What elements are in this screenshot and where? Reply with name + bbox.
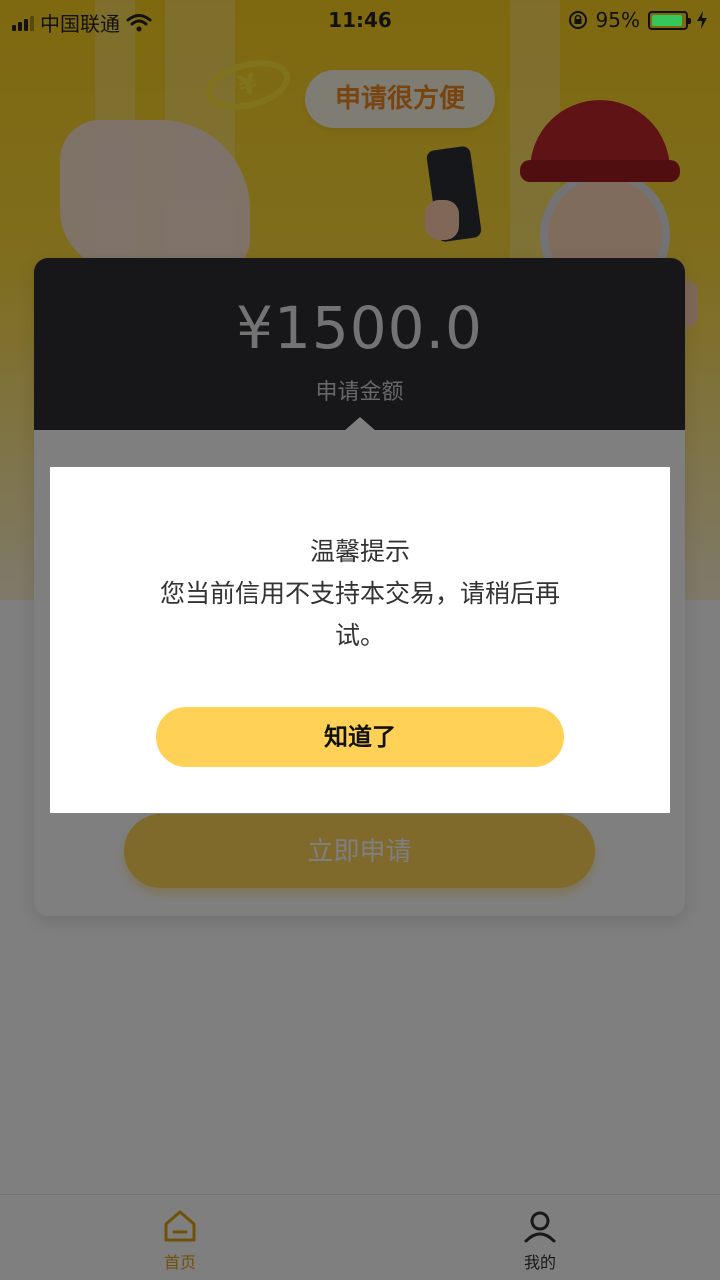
battery-percent: 95% [595,8,640,32]
confirm-button[interactable]: 知道了 [156,707,564,767]
dialog-message: 您当前信用不支持本交易，请稍后再试。 [159,579,560,650]
battery-icon [648,10,691,30]
status-bar: 中国联通 11:46 95% [0,0,720,40]
rotation-lock-icon [568,11,587,29]
status-right: 95% [568,8,708,32]
dialog-title: 温馨提示 [309,537,410,566]
charging-icon [697,11,707,29]
alert-dialog: 温馨提示 您当前信用不支持本交易，请稍后再试。 知道了 [50,467,670,813]
